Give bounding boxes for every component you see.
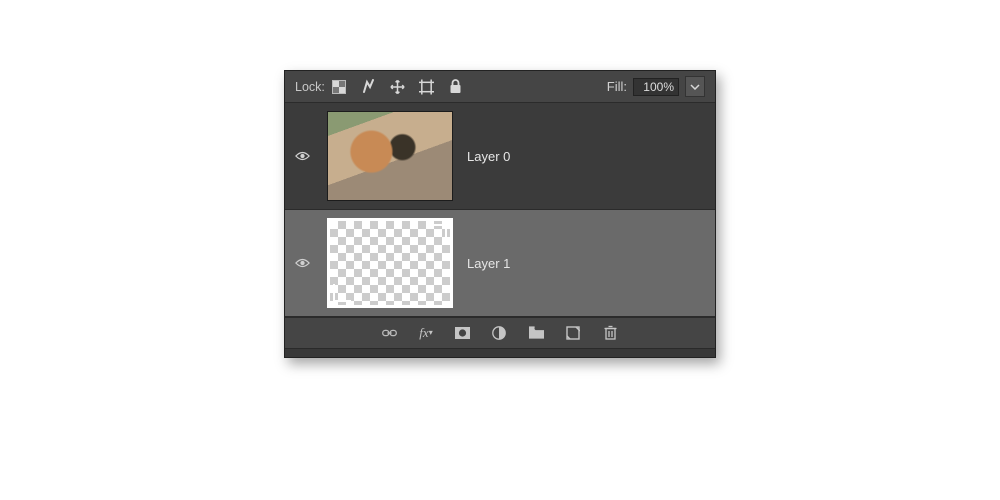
layer-thumbnail[interactable] — [327, 218, 453, 308]
lock-all-icon[interactable] — [448, 79, 463, 94]
fill-label: Fill: — [607, 79, 627, 94]
lock-pixels-icon[interactable] — [361, 79, 376, 94]
fx-icon[interactable]: fx▾ — [419, 325, 432, 340]
trash-icon[interactable] — [603, 325, 618, 340]
lock-row: Lock: Fill: — [285, 71, 715, 102]
group-icon[interactable] — [529, 325, 544, 340]
fill-dropdown-button[interactable] — [685, 76, 705, 97]
layer-row[interactable]: Layer 1 — [285, 210, 715, 317]
visibility-eye-icon[interactable] — [295, 149, 310, 164]
layer-row[interactable]: Layer 0 — [285, 103, 715, 210]
layers-footer: fx▾ — [285, 317, 715, 348]
mask-icon[interactable] — [455, 325, 470, 340]
new-layer-icon[interactable] — [566, 325, 581, 340]
lock-position-icon[interactable] — [390, 79, 405, 94]
layer-name[interactable]: Layer 1 — [467, 256, 510, 271]
link-icon[interactable] — [382, 325, 397, 340]
layers-list: Layer 0 Layer 1 — [285, 102, 715, 317]
horizontal-scroll-track[interactable] — [285, 348, 715, 357]
lock-label: Lock: — [295, 80, 325, 94]
crop-mark-icon — [333, 284, 351, 302]
layers-panel: Lock: Fill: — [284, 70, 716, 358]
visibility-eye-icon[interactable] — [295, 256, 310, 271]
lock-artboard-icon[interactable] — [419, 79, 434, 94]
crop-mark-icon — [429, 224, 447, 242]
fill-input[interactable] — [633, 78, 679, 96]
layer-name[interactable]: Layer 0 — [467, 149, 510, 164]
lock-transparent-icon[interactable] — [332, 79, 347, 94]
fill-group: Fill: — [607, 76, 705, 97]
layer-thumbnail[interactable] — [327, 111, 453, 201]
adjust-icon[interactable] — [492, 325, 507, 340]
lock-icons-group — [332, 79, 463, 94]
